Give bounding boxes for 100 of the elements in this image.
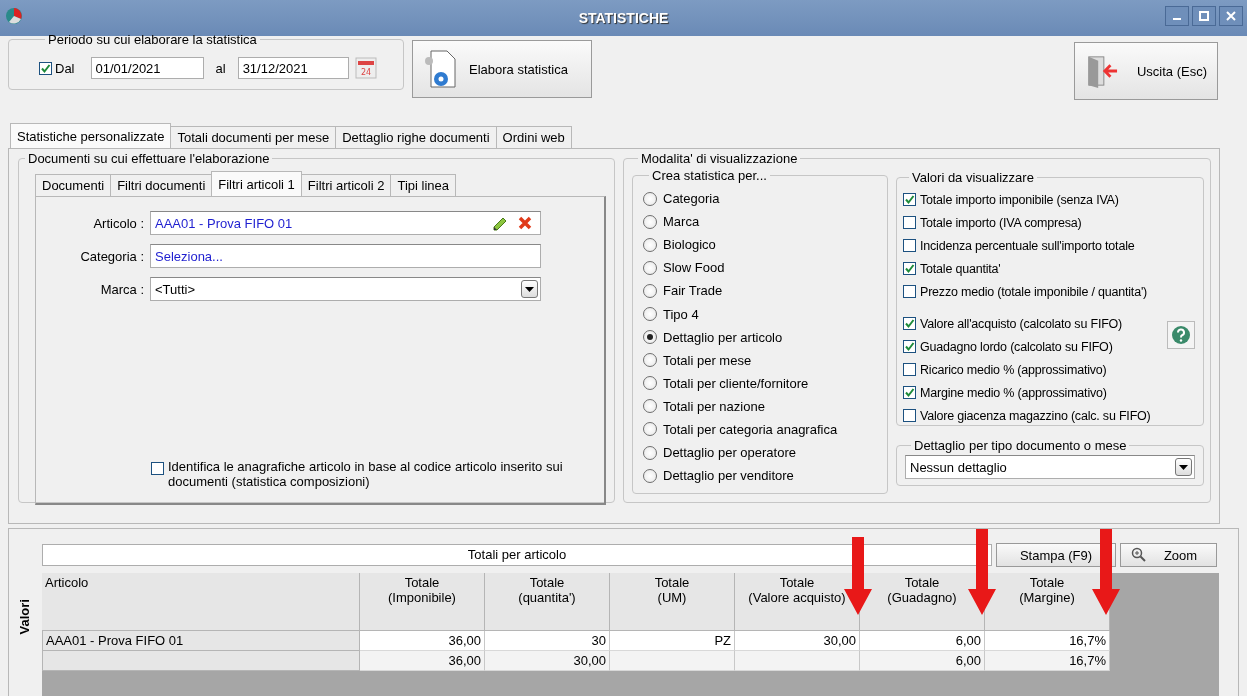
calendar-icon[interactable]: 24 (354, 57, 377, 79)
side-label: Valori (17, 599, 33, 635)
zoom-icon (1131, 547, 1147, 563)
radio-button[interactable] (643, 237, 657, 252)
checkbox[interactable] (39, 61, 52, 75)
dropdown-button[interactable] (521, 280, 538, 298)
checkbox-label: Valore all'acquisto (calcolato su FIFO) (920, 316, 1123, 331)
tab[interactable]: Statistiche personalizzate (10, 123, 172, 148)
tab[interactable]: Dettaglio righe documenti (335, 126, 497, 148)
radio-button[interactable] (643, 399, 657, 414)
radio-button[interactable] (643, 283, 657, 298)
checkbox[interactable] (903, 409, 916, 422)
radio-button[interactable] (643, 353, 657, 368)
print-button[interactable]: Stampa (F9) (996, 543, 1116, 567)
radio-label: Dettaglio per operatore (663, 445, 796, 461)
radio-button[interactable] (643, 468, 657, 483)
checkbox[interactable] (151, 462, 164, 475)
table-cell: AAA01 - Prova FIFO 01 (42, 631, 360, 651)
tab[interactable]: Ordini web (495, 126, 572, 148)
checkbox[interactable] (903, 216, 916, 229)
process-button[interactable]: Elabora statistica (412, 40, 592, 98)
radio-button[interactable] (643, 330, 657, 345)
group-title: Documenti su cui effettuare l'elaborazione (27, 151, 271, 166)
pie-chart-icon (4, 6, 24, 26)
radio-label: Biologico (663, 237, 716, 253)
minimize-button[interactable] (1165, 6, 1189, 26)
brand-dropdown[interactable]: <Tutti> (150, 277, 541, 301)
radio-button[interactable] (643, 191, 657, 206)
radio-button[interactable] (643, 422, 657, 437)
checkbox[interactable] (903, 285, 916, 298)
radio-button[interactable] (643, 445, 657, 460)
group-title: Periodo su cui elaborare la statistica (47, 32, 258, 47)
tab[interactable]: Documenti (35, 174, 112, 196)
radio-button[interactable] (643, 260, 657, 275)
radio-label: Tipo 4 (663, 306, 699, 322)
minimize-icon (1173, 18, 1181, 20)
dropdown-button[interactable] (1175, 458, 1192, 476)
checkbox[interactable] (903, 193, 916, 206)
tab[interactable]: Filtri articoli 1 (211, 171, 302, 196)
radio-button[interactable] (643, 214, 657, 229)
checkbox-label: Ricarico medio % (approssimativo) (920, 362, 1107, 377)
radio-label: Slow Food (663, 260, 725, 276)
radio-label: Totali per mese (663, 352, 752, 368)
field-label: Marca : (99, 281, 145, 297)
date-field[interactable]: 01/01/2021 (90, 57, 204, 79)
table-cell: 6,00 (860, 651, 985, 671)
field-label: Articolo : (92, 215, 145, 231)
checkbox[interactable] (903, 363, 916, 376)
checkbox-label: Totale quantita' (920, 261, 1001, 276)
checkbox-label: Valore giacenza magazzino (calc. su FIFO) (920, 408, 1151, 423)
table-cell: 30 (485, 631, 610, 651)
column-header: Totale (UM) (610, 573, 735, 631)
date-field[interactable]: 31/12/2021 (237, 57, 349, 79)
group-title: Crea statistica per... (651, 168, 768, 183)
table-cell: 30,00 (485, 651, 610, 671)
column-header: Articolo (42, 573, 360, 631)
exit-button[interactable]: Uscita (Esc) (1074, 42, 1218, 100)
arrow-icon (844, 537, 872, 615)
group-title: Dettaglio per tipo documento o mese (913, 438, 1128, 453)
table-cell: 16,7% (985, 651, 1110, 671)
radio-button[interactable] (643, 307, 657, 321)
radio-label: Totali per nazione (663, 398, 765, 414)
checkbox-label: Totale importo (IVA compresa) (920, 215, 1082, 230)
radio-label: Totali per categoria anagrafica (663, 422, 838, 437)
checkbox[interactable] (903, 340, 916, 353)
caret-icon (1179, 464, 1188, 470)
table-cell: 36,00 (360, 631, 485, 651)
checkbox[interactable] (903, 239, 916, 252)
checkbox-label: Incidenza percentuale sull'importo totale (920, 238, 1135, 253)
checkbox-label: Guadagno lordo (calcolato su FIFO) (920, 339, 1113, 354)
table-cell: 30,00 (735, 631, 860, 651)
checkbox-label: Totale importo imponibile (senza IVA) (920, 192, 1119, 207)
category-field[interactable]: Seleziona... (150, 244, 541, 268)
radio-label: Categoria (663, 191, 720, 207)
exit-door-icon (1085, 53, 1119, 89)
close-button[interactable] (1219, 6, 1243, 26)
detail-dropdown[interactable]: Nessun dettaglio (905, 455, 1195, 479)
zoom-button[interactable]: Zoom (1120, 543, 1217, 567)
article-field[interactable]: AAA01 - Prova FIFO 01 (150, 211, 541, 235)
radio-button[interactable] (643, 376, 657, 391)
group-title: Modalita' di visualizzazione (640, 151, 799, 166)
arrow-icon (968, 529, 996, 615)
checkbox[interactable] (903, 317, 916, 330)
checkbox[interactable] (903, 262, 916, 275)
tab[interactable]: Tipi linea (390, 174, 456, 196)
table-cell: PZ (610, 631, 735, 651)
column-header: Totale (quantita') (485, 573, 610, 631)
radio-label: Marca (663, 214, 700, 230)
checkbox-label: Prezzo medio (totale imponibile / quantita') (920, 284, 1148, 299)
table-cell: 16,7% (985, 631, 1110, 651)
field-label: Categoria : (79, 248, 145, 264)
maximize-button[interactable] (1192, 6, 1216, 26)
column-header: Totale (Guadagno) (860, 573, 985, 631)
grid-title: Totali per articolo (42, 544, 992, 566)
checkbox[interactable] (903, 386, 916, 399)
group-title: Valori da visualizzare (911, 170, 1035, 185)
tab[interactable]: Totali documenti per mese (170, 126, 337, 148)
delete-icon[interactable] (518, 216, 532, 230)
help-button[interactable] (1167, 321, 1195, 349)
radio-label: Dettaglio per venditore (663, 468, 794, 484)
